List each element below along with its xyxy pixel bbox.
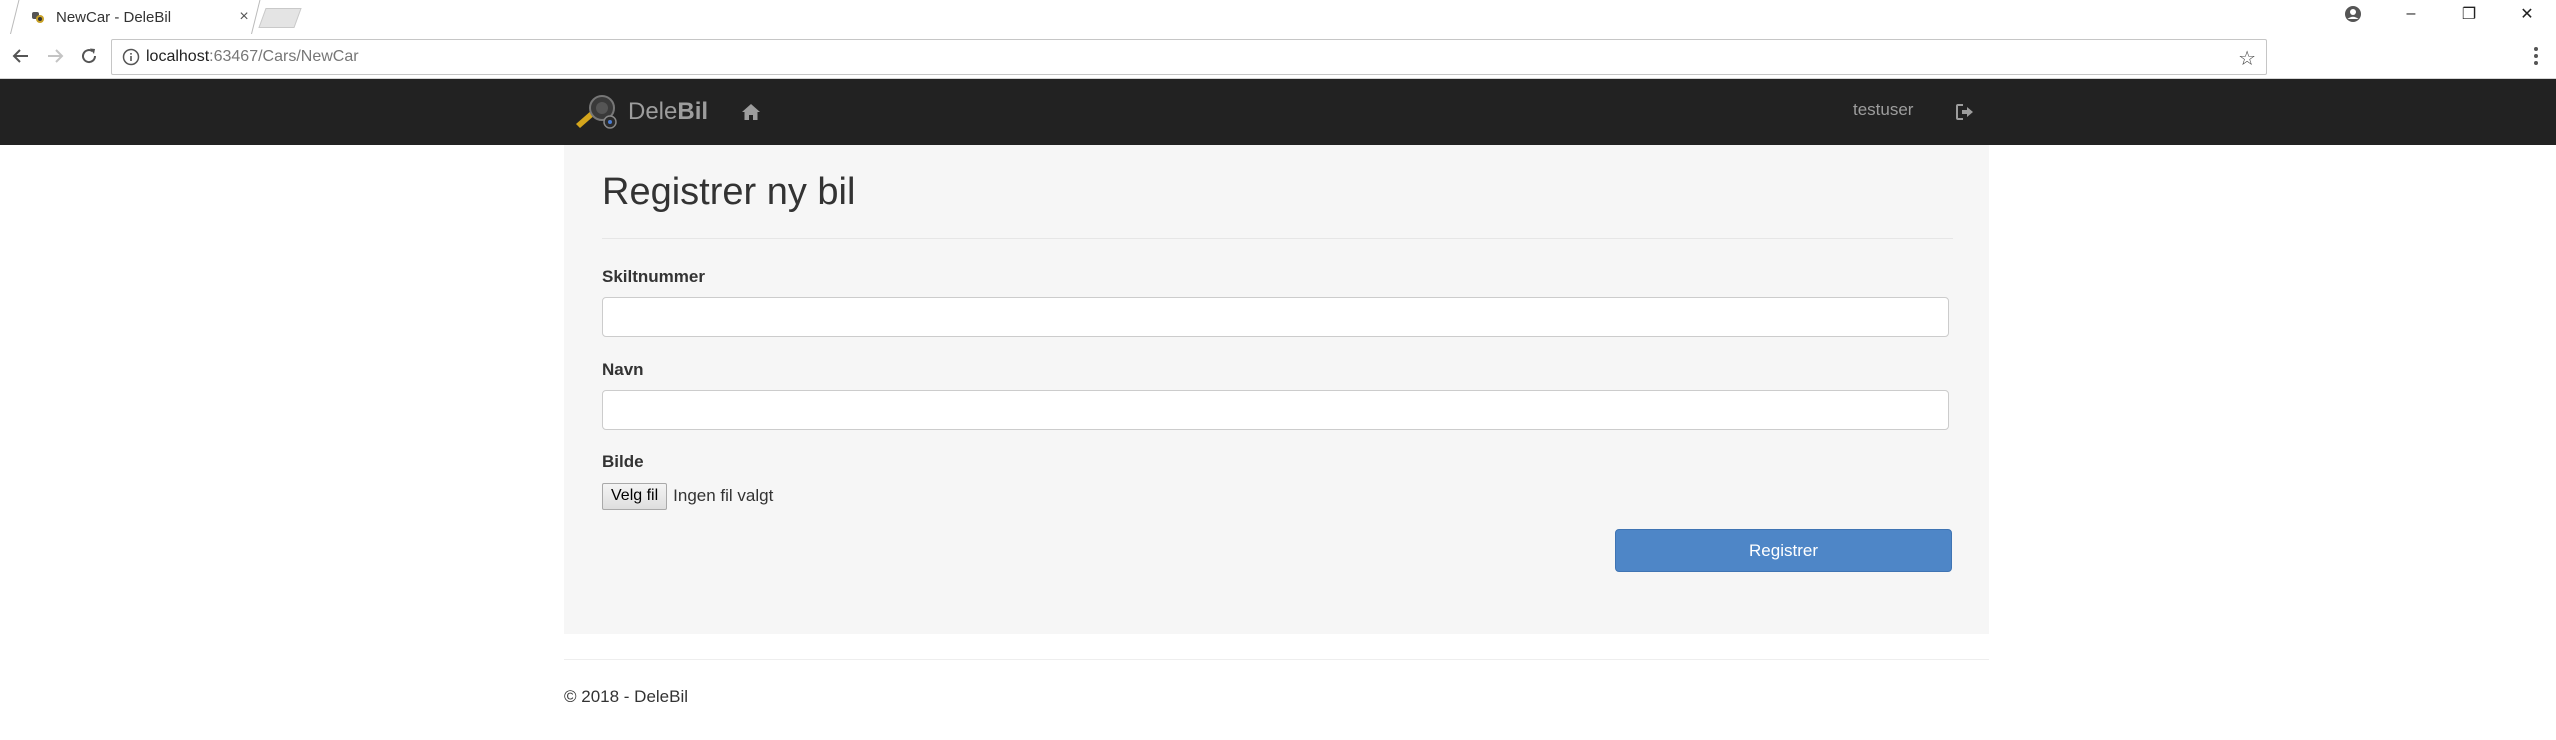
- car-name-input[interactable]: [602, 390, 1949, 430]
- logout-icon: [1956, 104, 1973, 120]
- user-profile-icon: [2345, 6, 2361, 22]
- url-text: localhost:63467/Cars/NewCar: [146, 48, 359, 66]
- back-button[interactable]: [8, 43, 34, 69]
- brand-link[interactable]: DeleBil: [574, 92, 708, 132]
- delebil-logo-icon: [576, 95, 617, 129]
- browser-menu-button[interactable]: [2524, 43, 2548, 69]
- reload-icon: [82, 48, 97, 64]
- home-nav-link[interactable]: [738, 99, 764, 125]
- arrow-left-icon: [12, 49, 28, 63]
- home-icon: [742, 104, 760, 120]
- brand-bold: Bil: [677, 98, 709, 125]
- choose-file-button[interactable]: Velg fil: [602, 482, 668, 510]
- forward-button[interactable]: [42, 43, 68, 69]
- browser-tab[interactable]: NewCar - DeleBil ×: [24, 0, 254, 34]
- footer-divider: [564, 659, 1989, 660]
- image-label: Bilde: [602, 452, 644, 471]
- brand-prefix: Dele: [628, 98, 678, 125]
- footer-copyright: © 2018 - DeleBil: [564, 687, 689, 706]
- title-divider: [602, 238, 1953, 239]
- car-name-label: Navn: [602, 360, 644, 379]
- restore-button[interactable]: ❐: [2440, 0, 2498, 28]
- reload-button[interactable]: [76, 43, 102, 69]
- profile-icon[interactable]: [2324, 0, 2382, 28]
- register-submit-button[interactable]: Registrer: [1615, 529, 1952, 572]
- close-window-button[interactable]: ✕: [2498, 0, 2556, 28]
- url-path: :63467/Cars/NewCar: [209, 48, 359, 65]
- brand-name: DeleBil: [628, 98, 708, 126]
- url-host: localhost: [146, 48, 210, 65]
- new-car-form-panel: Registrer ny bil Skiltnummer Navn Bilde …: [564, 145, 1989, 634]
- username-link[interactable]: testuser: [1853, 100, 1913, 120]
- tab-close-icon[interactable]: ×: [234, 8, 254, 26]
- file-status-text: Ingen fil valgt: [673, 486, 774, 505]
- browser-tab-strip: NewCar - DeleBil × – ❐ ✕: [0, 0, 2556, 34]
- plate-number-label: Skiltnummer: [602, 267, 705, 286]
- minimize-button[interactable]: –: [2382, 0, 2440, 28]
- logout-button[interactable]: [1952, 99, 1978, 125]
- arrow-right-icon: [48, 49, 64, 63]
- more-vertical-icon: [2534, 47, 2538, 65]
- window-controls: – ❐ ✕: [2324, 0, 2556, 28]
- info-icon: [122, 48, 140, 66]
- browser-toolbar: localhost:63467/Cars/NewCar ☆: [0, 34, 2556, 79]
- image-file-input: Velg fil Ingen fil valgt: [602, 482, 773, 510]
- address-bar[interactable]: localhost:63467/Cars/NewCar ☆: [111, 39, 2267, 75]
- bookmark-star-icon[interactable]: ☆: [2238, 46, 2256, 71]
- site-navbar: DeleBil testuser: [0, 79, 2556, 145]
- page-title: Registrer ny bil: [602, 171, 856, 213]
- tab-title: NewCar - DeleBil: [56, 8, 172, 26]
- car-favicon-icon: [32, 12, 44, 23]
- new-tab-button[interactable]: [258, 8, 302, 28]
- plate-number-input[interactable]: [602, 297, 1949, 337]
